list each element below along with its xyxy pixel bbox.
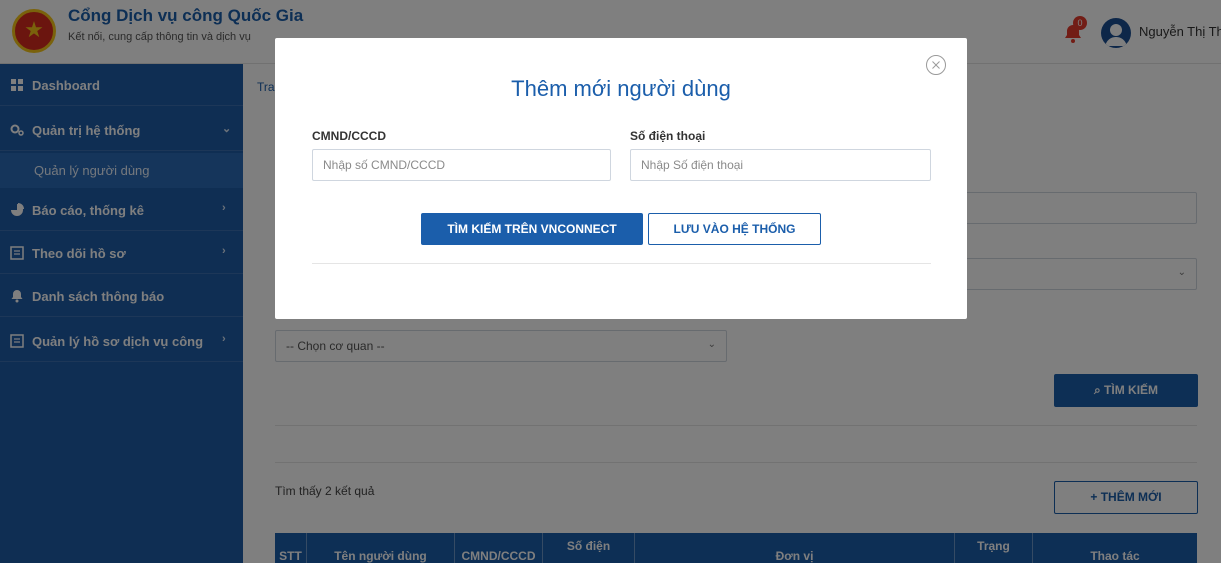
modal-divider bbox=[312, 263, 931, 264]
close-icon[interactable] bbox=[925, 54, 947, 76]
add-user-modal: Thêm mới người dùng CMND/CCCD Số điện th… bbox=[275, 38, 967, 319]
search-vnconnect-button[interactable]: TÌM KIẾM TRÊN VNCONNECT bbox=[421, 213, 643, 245]
phone-label: Số điện thoại bbox=[630, 129, 706, 143]
id-label: CMND/CCCD bbox=[312, 129, 386, 143]
phone-input[interactable] bbox=[630, 149, 931, 181]
id-number-input[interactable] bbox=[312, 149, 611, 181]
modal-title: Thêm mới người dùng bbox=[511, 76, 731, 101]
save-to-system-button[interactable]: LƯU VÀO HỆ THỐNG bbox=[648, 213, 821, 245]
